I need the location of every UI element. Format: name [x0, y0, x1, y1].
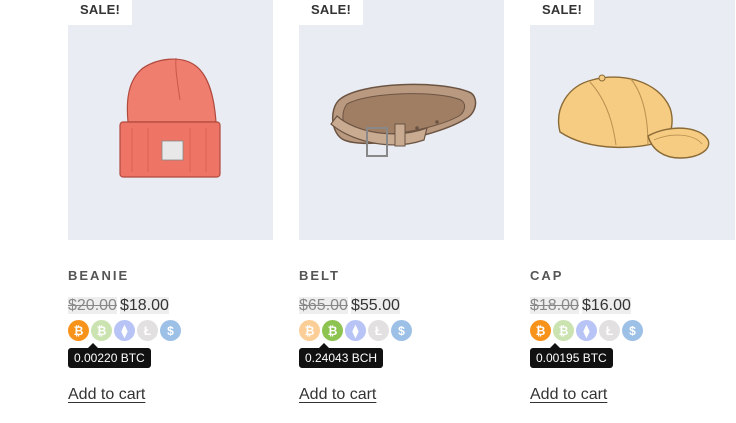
original-price: $65.00 [299, 297, 348, 314]
product-card-cap: SALE! CAP $18.00 $16.00 ₿ ₿ ⧫ Ł $ 0.00195 BTC… [530, 0, 735, 403]
bitcoin-cash-icon[interactable]: ₿ [553, 320, 574, 341]
product-title[interactable]: BELT [299, 268, 340, 283]
original-price: $20.00 [68, 297, 117, 314]
sale-badge: SALE! [530, 0, 594, 25]
sale-badge: SALE! [299, 0, 363, 25]
crypto-price-tooltip: 0.00220 BTC [68, 343, 151, 368]
product-title[interactable]: CAP [530, 268, 563, 283]
price: $18.00 $16.00 [530, 296, 631, 316]
usd-coin-icon[interactable]: $ [160, 320, 181, 341]
crypto-currency-selector: ₿ ₿ ⧫ Ł $ [299, 320, 412, 341]
original-price: $18.00 [530, 297, 579, 314]
ethereum-icon[interactable]: ⧫ [114, 320, 135, 341]
product-title[interactable]: BEANIE [68, 268, 129, 283]
bitcoin-icon[interactable]: ₿ [68, 320, 89, 341]
beanie-image [119, 57, 221, 178]
sale-price: $18.00 [119, 297, 169, 314]
add-to-cart-button[interactable]: Add to cart [299, 386, 376, 404]
ethereum-icon[interactable]: ⧫ [345, 320, 366, 341]
add-to-cart-button[interactable]: Add to cart [530, 386, 607, 404]
crypto-price-tooltip: 0.24043 BCH [299, 343, 384, 368]
product-card-belt: SALE! BELT $65.00 $55.00 ₿ ₿ ⧫ Ł $ 0.24043 BC… [299, 0, 504, 403]
usd-coin-icon[interactable]: $ [391, 320, 412, 341]
product-image[interactable]: SALE! [299, 0, 504, 240]
ethereum-icon[interactable]: ⧫ [576, 320, 597, 341]
price: $65.00 $55.00 [299, 296, 400, 316]
crypto-price-tooltip: 0.00195 BTC [530, 343, 613, 368]
product-card-beanie: SALE! BEANIE $20.00 $18.00 ₿ ₿ ⧫ Ł $ 0.00220 … [68, 0, 273, 403]
usd-coin-icon[interactable]: $ [622, 320, 643, 341]
add-to-cart-button[interactable]: Add to cart [68, 386, 145, 404]
cap-image [558, 74, 710, 159]
crypto-currency-selector: ₿ ₿ ⧫ Ł $ [68, 320, 181, 341]
bitcoin-cash-icon[interactable]: ₿ [91, 320, 112, 341]
bitcoin-cash-icon[interactable]: ₿ [322, 320, 343, 341]
crypto-currency-selector: ₿ ₿ ⧫ Ł $ [530, 320, 643, 341]
sale-badge: SALE! [68, 0, 132, 25]
belt-image [330, 83, 477, 157]
price: $20.00 $18.00 [68, 296, 169, 316]
bitcoin-icon[interactable]: ₿ [299, 320, 320, 341]
litecoin-icon[interactable]: Ł [599, 320, 620, 341]
sale-price: $55.00 [350, 297, 400, 314]
sale-price: $16.00 [581, 297, 631, 314]
litecoin-icon[interactable]: Ł [368, 320, 389, 341]
bitcoin-icon[interactable]: ₿ [530, 320, 551, 341]
litecoin-icon[interactable]: Ł [137, 320, 158, 341]
product-image[interactable]: SALE! [68, 0, 273, 240]
product-image[interactable]: SALE! [530, 0, 735, 240]
